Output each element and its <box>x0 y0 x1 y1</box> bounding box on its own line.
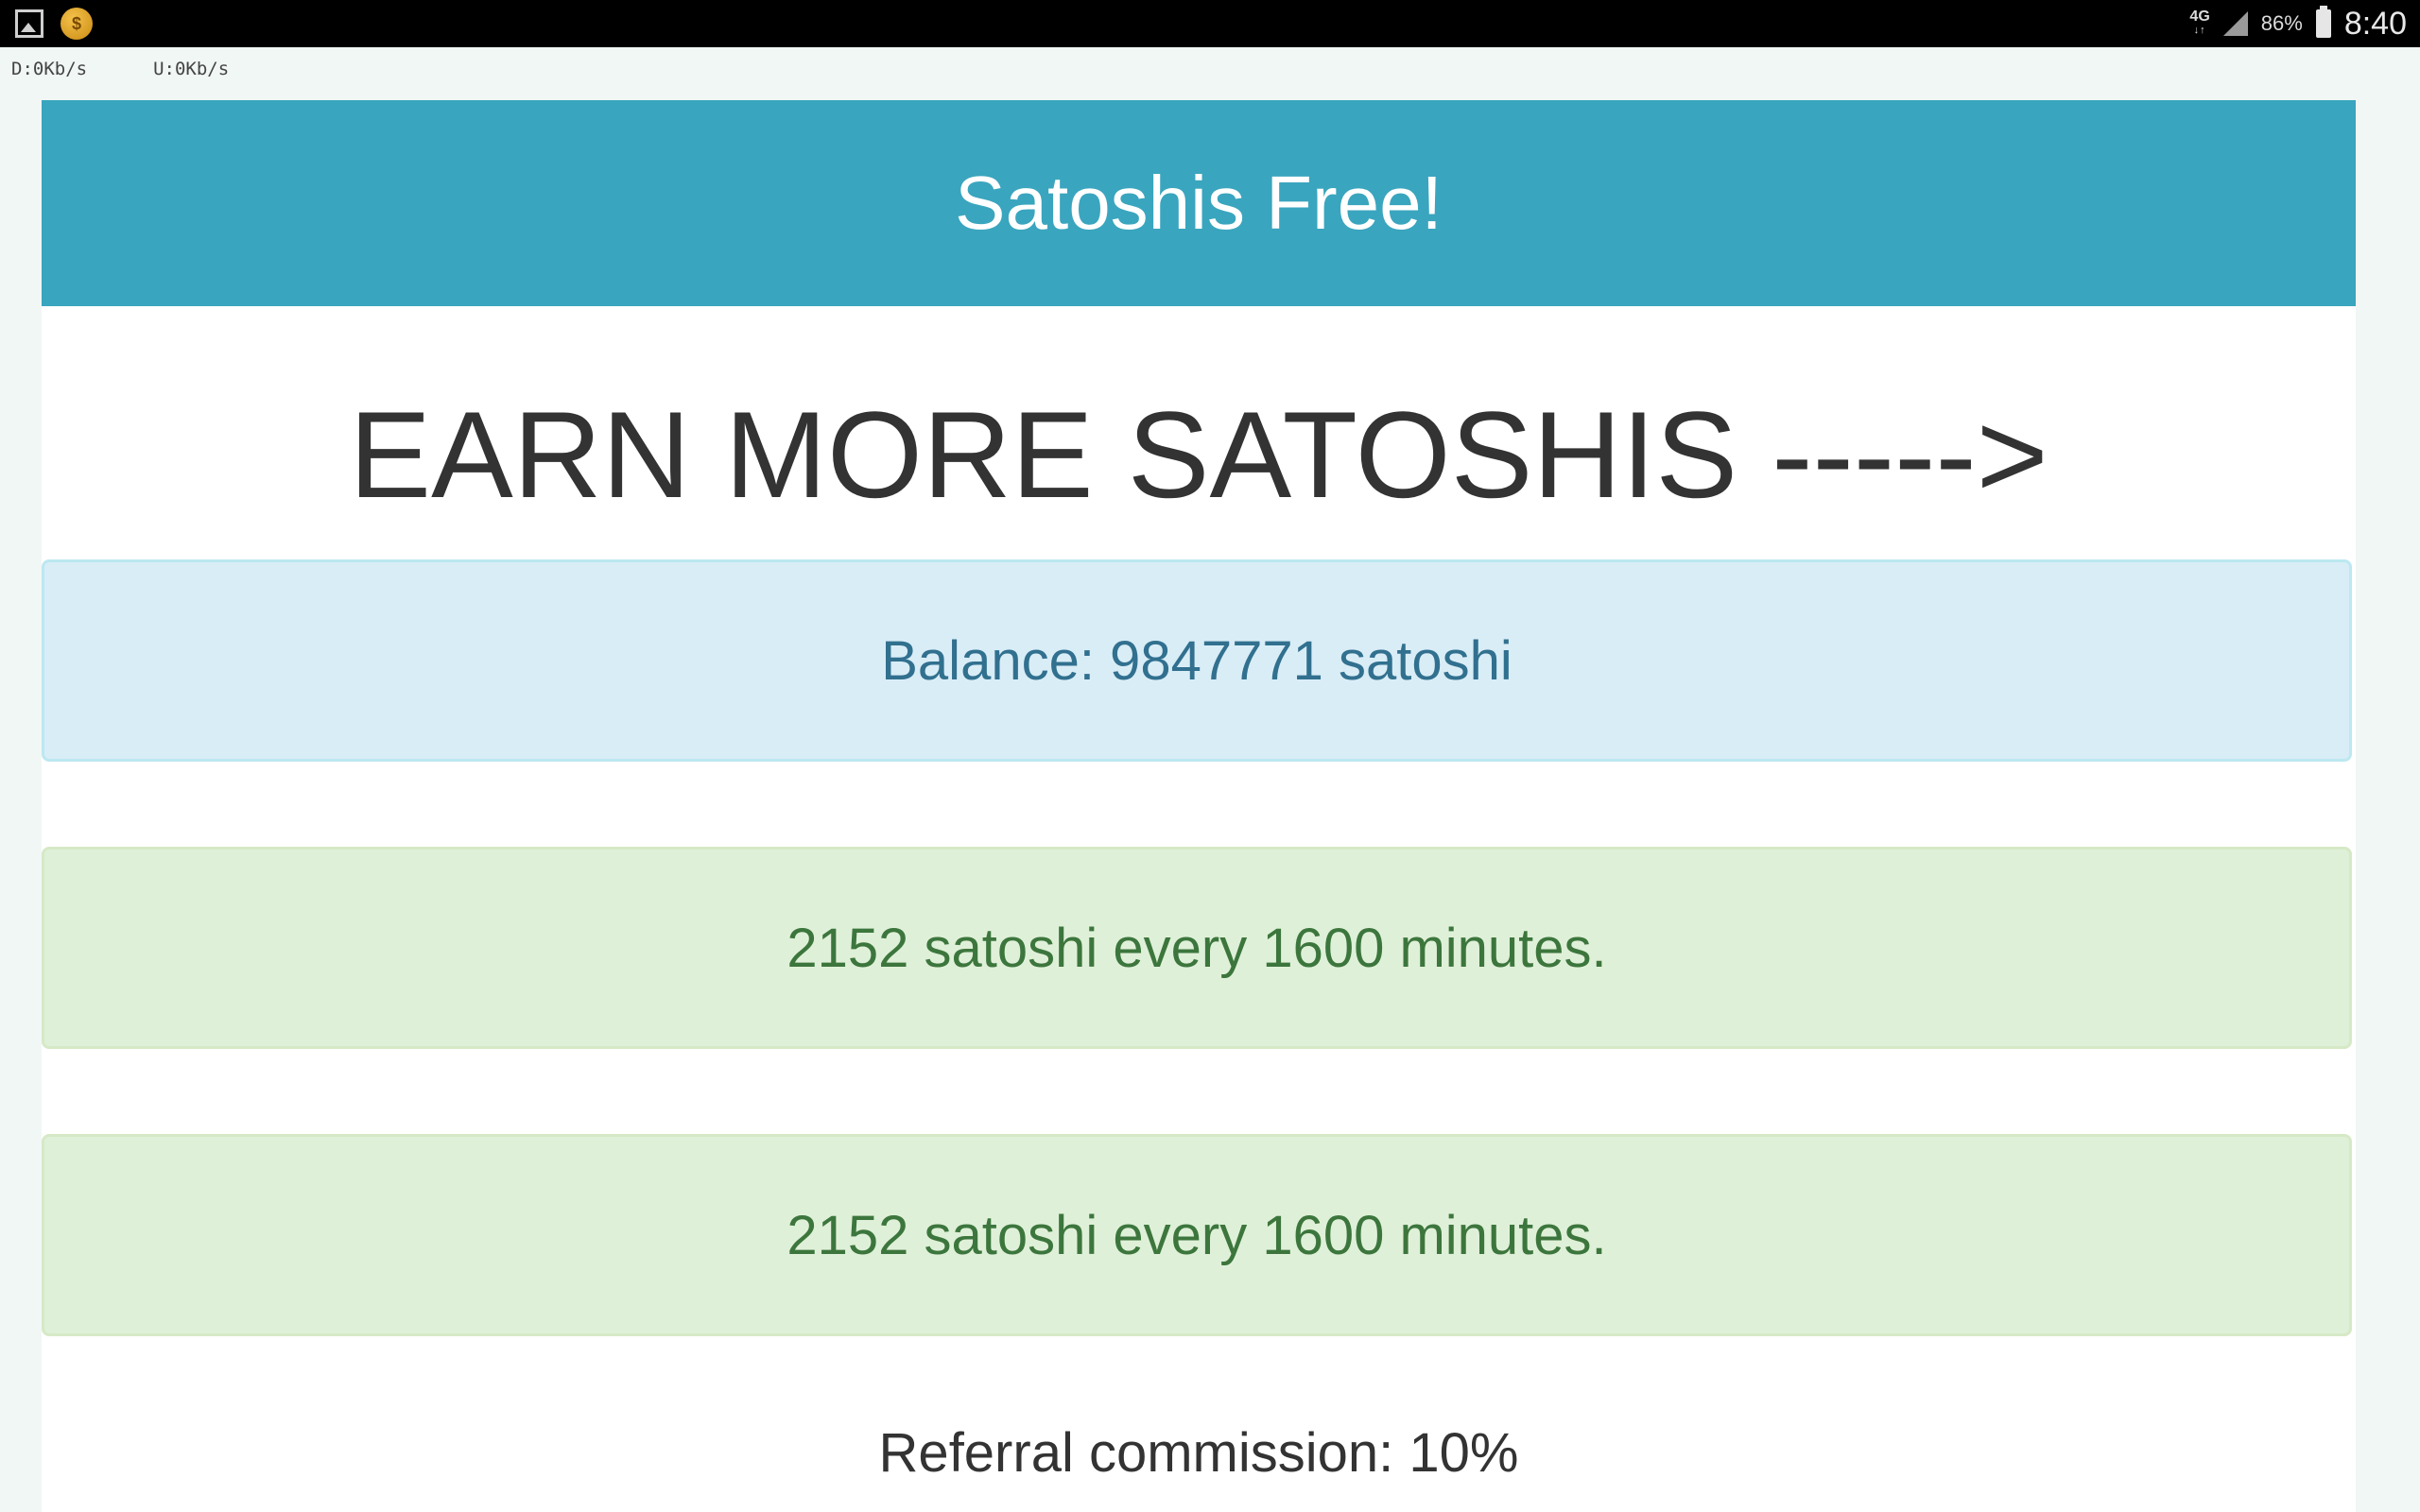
reward-text: 2152 satoshi every 1600 minutes. <box>786 917 1607 979</box>
network-type: 4G ↓↑ <box>2189 9 2210 37</box>
system-icons: 4G ↓↑ 86% 8:40 <box>2189 0 2407 47</box>
coin-app-icon: $ <box>60 8 93 40</box>
battery-icon <box>2315 6 2331 38</box>
balance-alert: Balance: 9847771 satoshi <box>42 559 2352 762</box>
notification-icons: $ <box>15 8 93 40</box>
reward-text: 2152 satoshi every 1600 minutes. <box>786 1204 1607 1266</box>
battery-percentage: 86% <box>2260 11 2303 35</box>
site-title[interactable]: Satoshis Free! <box>955 160 1443 247</box>
upload-speed: U:0Kb/s <box>153 59 230 79</box>
clock: 8:40 <box>2343 5 2407 42</box>
balance-text: Balance: 9847771 satoshi <box>881 629 1512 692</box>
reward-alert: 2152 satoshi every 1600 minutes. <box>42 1134 2352 1336</box>
download-speed: D:0Kb/s <box>11 59 88 79</box>
earn-more-link[interactable]: EARN MORE SATOSHIS -----> <box>42 379 2356 530</box>
reward-alert: 2152 satoshi every 1600 minutes. <box>42 847 2352 1049</box>
status-bar: $ 4G ↓↑ 86% 8:40 <box>0 0 2420 47</box>
gallery-icon <box>15 9 43 38</box>
page-content: Satoshis Free! EARN MORE SATOSHIS ----->… <box>42 100 2356 1512</box>
net-speed-overlay: D:0Kb/s U:0Kb/s <box>11 59 229 79</box>
referral-commission: Referral commission: 10% <box>878 1422 1519 1484</box>
site-banner: Satoshis Free! <box>42 100 2356 306</box>
signal-icon <box>2222 11 2248 36</box>
